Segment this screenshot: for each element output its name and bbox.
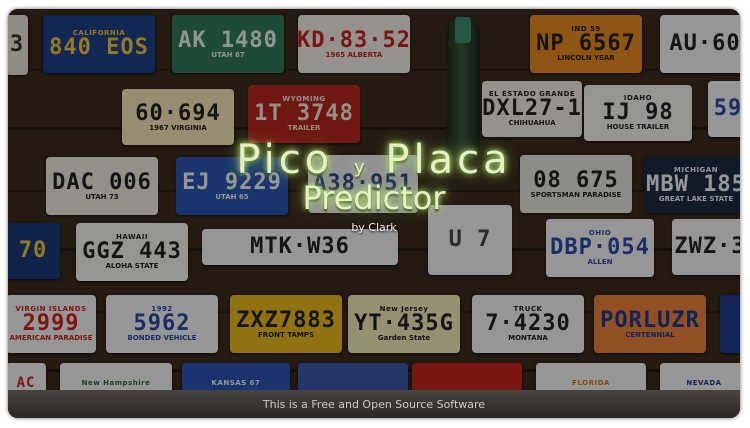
plate-number: MTK·W36 xyxy=(250,234,350,259)
license-plate: IND 59 NP 6567 LINCOLN YEAR xyxy=(530,15,642,73)
plate-bottom-text: 1967 VIRGINIA xyxy=(149,123,207,132)
plate-number: 5962 xyxy=(133,311,191,336)
plate-top-text: New Hampshire xyxy=(81,378,151,387)
plate-number: NP 6567 xyxy=(536,31,636,56)
plate-number: ZXZ7883 xyxy=(236,307,336,333)
license-plate: AK 1480 UTAH 67 xyxy=(172,15,284,73)
plate-number: AK 1480 xyxy=(178,27,278,53)
title-connector: y xyxy=(353,157,365,178)
license-plate: KD·83·52 1965 ALBERTA xyxy=(298,15,410,73)
license-plate: AU·60 xyxy=(660,15,740,73)
license-plate: IDAHO IJ 98 HOUSE TRAILER xyxy=(584,85,692,141)
plate-bottom-text: AMERICAN PARADISE xyxy=(9,334,93,342)
splash-window: 3 CALIFORNIA 840 EOS AK 1480 UTAH 67 KD·… xyxy=(8,9,740,418)
plate-bottom-text: HOUSE TRAILER xyxy=(606,123,670,131)
plate-number: ZWZ·3 xyxy=(674,234,740,259)
plate-top-text: KANSAS 67 xyxy=(211,378,261,387)
plate-number: 2999 xyxy=(22,311,80,336)
app-title: Pico y Placa Predictor by Clark xyxy=(8,137,740,234)
footer-bar: This is a Free and Open Source Software xyxy=(8,390,740,418)
plate-number: DXL27-1 xyxy=(482,96,582,121)
plate-number: DBP·054 xyxy=(550,235,650,260)
license-plate: WYOMING 1T 3748 TRAILER xyxy=(248,85,360,143)
plate-bottom-text: ALOHA STATE xyxy=(105,262,159,270)
plate-number: GGZ 443 xyxy=(82,239,182,264)
license-plate: 59 xyxy=(708,81,740,137)
plate-top-text: NEVADA xyxy=(686,378,722,387)
plate-number: 1T 3748 xyxy=(254,101,354,126)
title-placa: Placa xyxy=(385,137,512,183)
title-line-2: Predictor xyxy=(302,179,446,217)
plate-number: KD·83·52 xyxy=(298,27,410,53)
title-pico: Pico xyxy=(236,137,334,183)
license-plate: VIRGIN ISLANDS 2999 AMERICAN PARADISE xyxy=(8,295,96,353)
license-plate: ZXZ7883 FRONT TAMPS xyxy=(230,295,342,353)
plate-bottom-text: TRAILER xyxy=(287,124,321,132)
plate-number: 7·4230 xyxy=(485,311,571,336)
author-credit: by Clark xyxy=(351,221,397,234)
license-plate: EL ESTADO GRANDE DXL27-1 CHIHUAHUA xyxy=(482,81,582,137)
license-plate: New Jersey YT·435G Garden State xyxy=(348,295,460,353)
plate-bottom-text: FRONT TAMPS xyxy=(258,330,314,339)
license-plate: CALIFORNIA 840 EOS xyxy=(43,15,155,73)
plate-number: IJ 98 xyxy=(602,100,674,125)
plate-number: 60·694 xyxy=(135,100,221,126)
plate-number: YT·435G xyxy=(354,311,454,336)
plate-bottom-text: UTAH 67 xyxy=(211,50,245,59)
plate-bottom-text: MONTANA xyxy=(508,334,548,342)
plate-bottom-text: BONDED VEHICLE xyxy=(127,334,197,342)
footer-text: This is a Free and Open Source Software xyxy=(262,397,486,411)
plate-bottom-text: ALLEN xyxy=(587,258,613,266)
plate-number: 840 EOS xyxy=(49,34,149,60)
plate-bottom-text: CENTENNIAL xyxy=(625,330,675,339)
license-plate: TRUCK 7·4230 MONTANA xyxy=(472,295,584,353)
license-plate: MTK·W36 xyxy=(202,229,398,265)
plate-number: AU·60 xyxy=(669,31,740,56)
license-plate: 1992 5962 BONDED VEHICLE xyxy=(106,295,218,353)
plate-top-text: FLORIDA xyxy=(572,378,610,387)
license-plate: PORLUZR CENTENNIAL xyxy=(594,295,706,353)
license-plate: 3 xyxy=(8,15,28,75)
title-line-1: Pico y Placa xyxy=(8,137,740,183)
plate-bottom-text: 1965 ALBERTA xyxy=(325,50,383,59)
plate-bottom-text: CHIHUAHUA xyxy=(508,119,556,127)
plate-number: PORLUZR xyxy=(600,307,700,333)
plate-bottom-text: LINCOLN YEAR xyxy=(557,54,615,62)
license-plate xyxy=(720,295,740,353)
plate-bottom-text: Garden State xyxy=(377,334,431,342)
